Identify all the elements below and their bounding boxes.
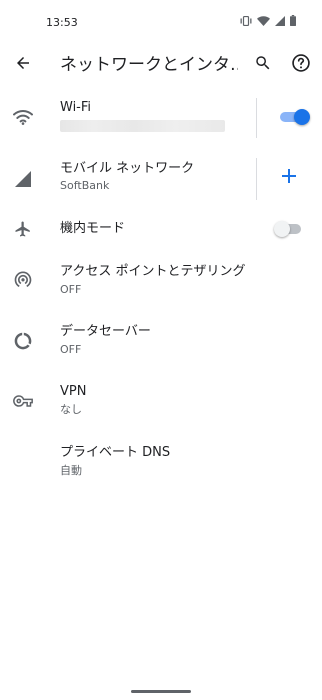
mobile-network-title: モバイル ネットワーク — [60, 161, 195, 176]
battery-icon — [290, 15, 296, 26]
mobile-network-row[interactable]: モバイル ネットワーク SoftBank — [0, 152, 322, 208]
data-saver-status: OFF — [60, 343, 82, 356]
wifi-row[interactable]: Wi-Fi — [0, 92, 322, 150]
vpn-row[interactable]: VPN なし — [0, 376, 322, 426]
data-saver-row[interactable]: データセーバー OFF — [0, 316, 322, 366]
airplane-mode-title: 機内モード — [60, 221, 126, 236]
search-button[interactable] — [250, 52, 276, 78]
hotspot-icon — [12, 268, 34, 290]
airplane-toggle-thumb — [274, 221, 290, 237]
wifi-title: Wi-Fi — [60, 100, 92, 115]
data-saver-title: データセーバー — [60, 324, 151, 339]
add-network-button[interactable] — [278, 166, 300, 188]
private-dns-row[interactable]: プライベート DNS 自動 — [0, 437, 322, 487]
mobile-network-carrier: SoftBank — [60, 179, 110, 192]
wifi-toggle[interactable] — [280, 109, 310, 125]
search-icon — [254, 54, 272, 76]
vpn-status: なし — [60, 403, 82, 416]
status-bar: 13:53 — [0, 0, 322, 44]
wifi-icon — [12, 106, 34, 128]
private-dns-status: 自動 — [60, 464, 82, 477]
hotspot-status: OFF — [60, 283, 82, 296]
wifi-toggle-thumb — [294, 109, 310, 125]
wifi-network-name-redacted — [60, 120, 225, 132]
private-dns-title: プライベート DNS — [60, 445, 171, 460]
airplane-icon — [12, 218, 34, 240]
airplane-mode-row[interactable]: 機内モード — [0, 210, 322, 250]
help-icon — [291, 53, 311, 77]
airplane-mode-toggle[interactable] — [274, 221, 305, 237]
vpn-title: VPN — [60, 384, 87, 399]
plus-icon — [282, 168, 296, 187]
app-bar: ネットワークとインタ… — [0, 44, 322, 86]
gesture-nav-handle[interactable] — [131, 690, 191, 693]
vpn-key-icon — [12, 390, 34, 412]
vibrate-icon — [240, 15, 252, 26]
data-saver-icon — [12, 330, 34, 352]
back-arrow-icon — [14, 54, 32, 76]
cellular-signal-icon — [12, 168, 34, 190]
back-button[interactable] — [10, 52, 36, 78]
wifi-divider — [256, 98, 257, 138]
signal-status-icon — [275, 15, 285, 26]
status-icons — [240, 15, 296, 26]
mobile-divider — [256, 158, 257, 200]
help-button[interactable] — [288, 52, 314, 78]
hotspot-title: アクセス ポイントとテザリング — [60, 264, 246, 279]
status-time: 13:53 — [46, 16, 78, 29]
hotspot-tethering-row[interactable]: アクセス ポイントとテザリング OFF — [0, 256, 322, 306]
wifi-status-icon — [257, 15, 270, 26]
page-title: ネットワークとインタ… — [60, 55, 238, 75]
